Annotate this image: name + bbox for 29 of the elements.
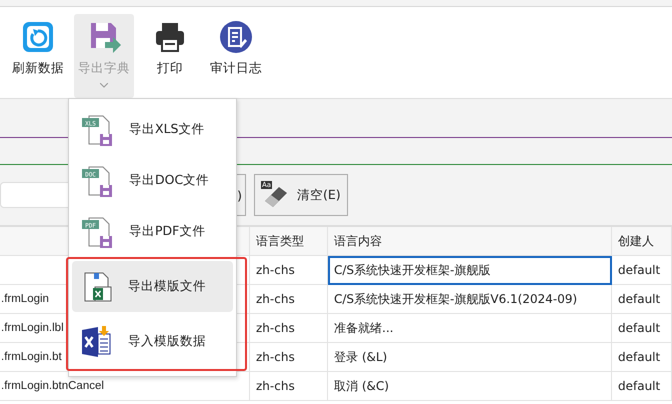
table-cell: zh-chs xyxy=(250,256,328,285)
printer-icon xyxy=(153,20,187,54)
table-cell: 登录 (&L) xyxy=(328,343,612,372)
table-cell: default xyxy=(612,372,672,401)
menu-item[interactable]: 导出模版文件 xyxy=(72,261,233,312)
menu-item-label: 导出PDF文件 xyxy=(129,223,206,240)
toolbar-button[interactable]: 刷新数据 xyxy=(8,14,68,98)
column-header[interactable]: 创建人 xyxy=(612,227,672,256)
table-cell: zh-chs xyxy=(250,372,328,401)
table-cell: zh-chs xyxy=(250,343,328,372)
table-cell: C/S系统快速开发框架-旗舰版V6.1(2024-09) xyxy=(328,285,612,314)
table-cell: default xyxy=(612,343,672,372)
table-cell: default xyxy=(612,285,672,314)
table-cell: zh-chs xyxy=(250,314,328,343)
menu-item-label: 导出XLS文件 xyxy=(129,121,204,138)
column-header[interactable]: 语言内容 xyxy=(328,227,612,256)
toolbar-button[interactable]: 审计日志 xyxy=(206,14,266,98)
toolbar-button[interactable]: 打印 xyxy=(140,14,200,98)
refresh-icon xyxy=(21,20,55,54)
table-cell: default xyxy=(612,256,672,285)
table-cell: default xyxy=(612,314,672,343)
column-header[interactable]: 语言类型 xyxy=(250,227,328,256)
table-cell: C/S系统快速开发框架-旗舰版 xyxy=(328,256,612,285)
audit-log-icon xyxy=(219,20,253,54)
menu-item-label: 导出DOC文件 xyxy=(129,172,210,189)
table-cell: 取消 (&C) xyxy=(328,372,612,401)
table-cell: zh-chs xyxy=(250,285,328,314)
caret-icon xyxy=(100,83,108,88)
table-cell: 准备就绪... xyxy=(328,314,612,343)
